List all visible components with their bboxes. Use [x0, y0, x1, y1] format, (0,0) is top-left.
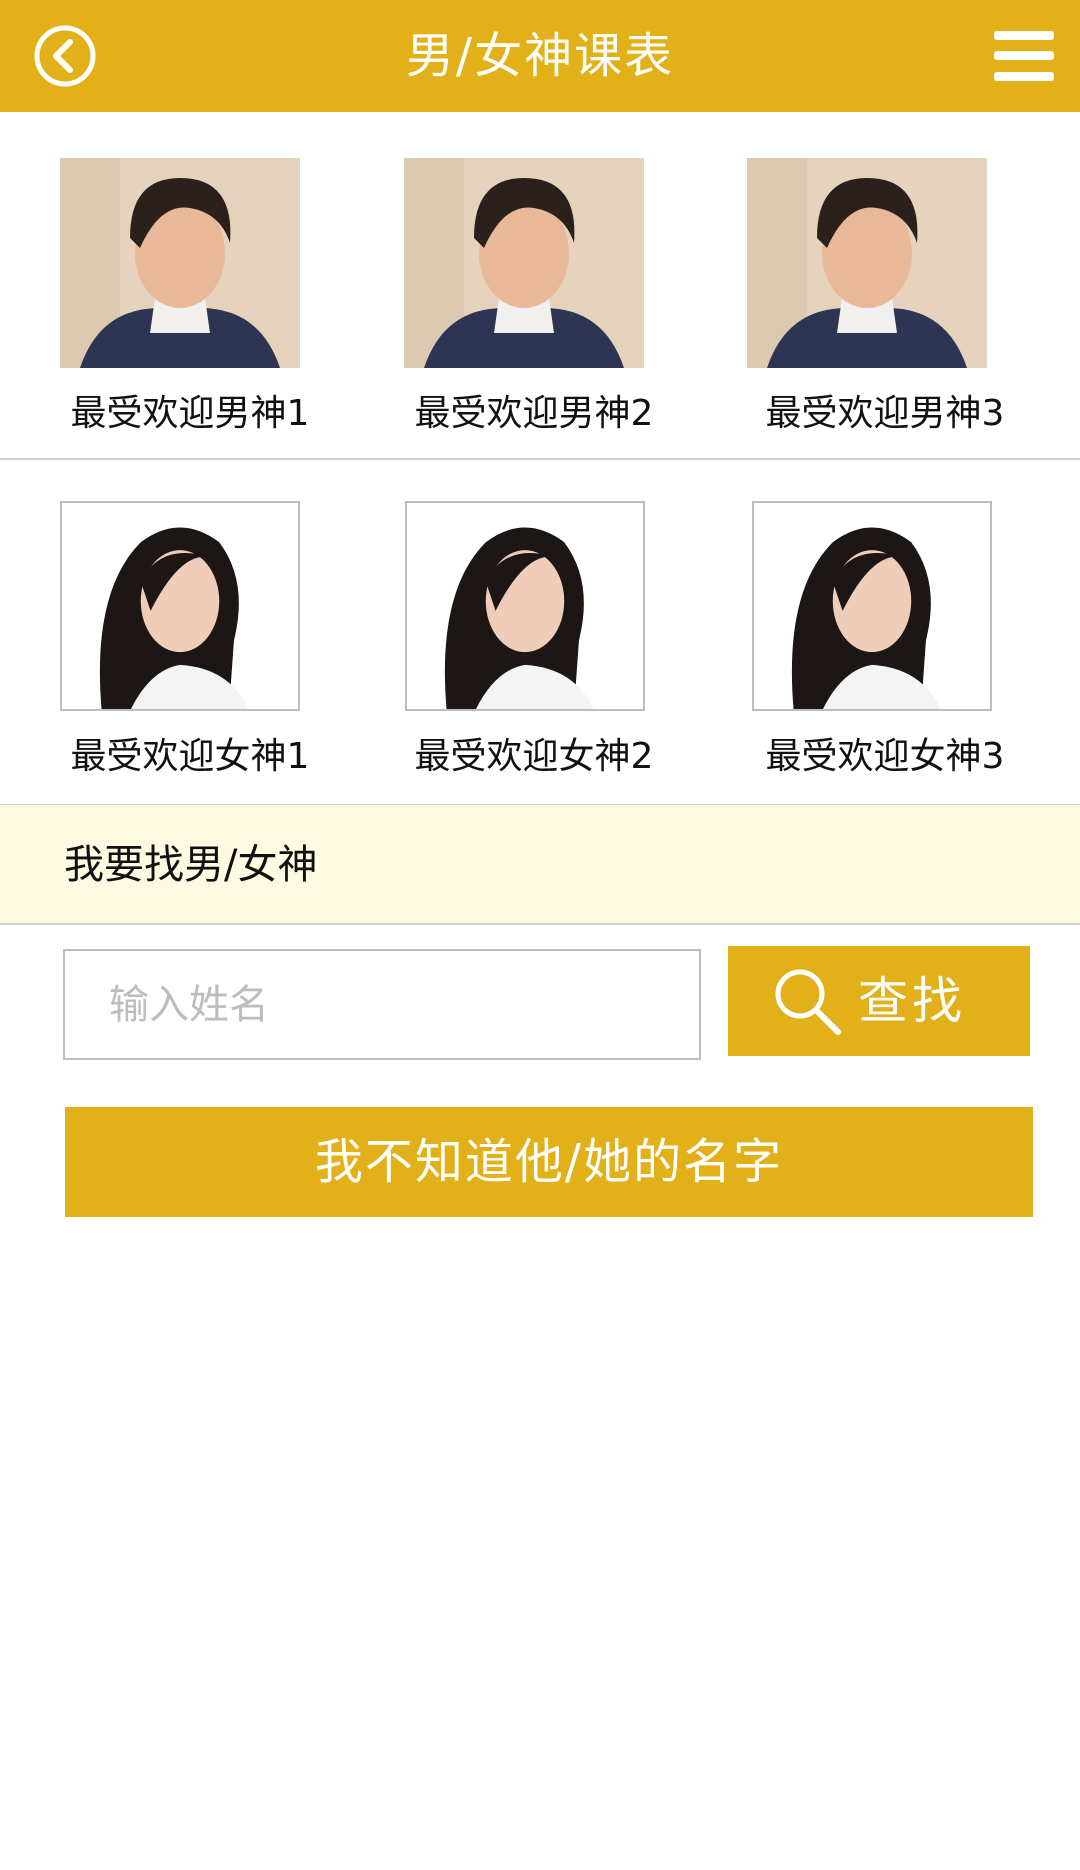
menu-button[interactable] — [994, 31, 1054, 81]
female-god-photo — [60, 501, 300, 711]
hamburger-menu-icon — [994, 31, 1054, 40]
male-god-label: 最受欢迎男神2 — [414, 393, 654, 434]
male-god-label: 最受欢迎男神3 — [765, 393, 1005, 434]
female-god-label: 最受欢迎女神1 — [70, 736, 310, 777]
portrait-female-image — [754, 503, 990, 709]
male-gods-row: 最受欢迎男神1 最受欢迎男神2 最受欢迎男神3 — [0, 112, 1080, 460]
search-section-header: 我要找男/女神 — [0, 805, 1080, 925]
portrait-male-image — [404, 158, 644, 368]
male-god-photo — [404, 158, 644, 368]
male-god-photo — [60, 158, 300, 368]
portrait-male-image — [60, 158, 300, 368]
unknown-name-button[interactable]: 我不知道他/她的名字 — [65, 1107, 1033, 1217]
page-title: 男/女神课表 — [405, 28, 675, 84]
app-header: 男/女神课表 — [0, 0, 1080, 112]
search-button[interactable]: 查找 — [728, 946, 1030, 1056]
female-god-label: 最受欢迎女神2 — [414, 736, 654, 777]
portrait-female-image — [407, 503, 643, 709]
name-search-input[interactable] — [63, 949, 701, 1060]
portrait-male-image — [747, 158, 987, 368]
male-god-photo — [747, 158, 987, 368]
female-god-label: 最受欢迎女神3 — [765, 736, 1005, 777]
female-god-photo — [752, 501, 992, 711]
female-gods-row: 最受欢迎女神1 最受欢迎女神2 最受欢迎女神3 — [0, 460, 1080, 806]
search-section-title: 我要找男/女神 — [64, 842, 318, 888]
portrait-female-image — [62, 503, 298, 709]
male-god-label: 最受欢迎男神1 — [70, 393, 310, 434]
search-button-label: 查找 — [858, 972, 966, 1030]
female-god-photo — [405, 501, 645, 711]
search-icon — [775, 969, 841, 1035]
